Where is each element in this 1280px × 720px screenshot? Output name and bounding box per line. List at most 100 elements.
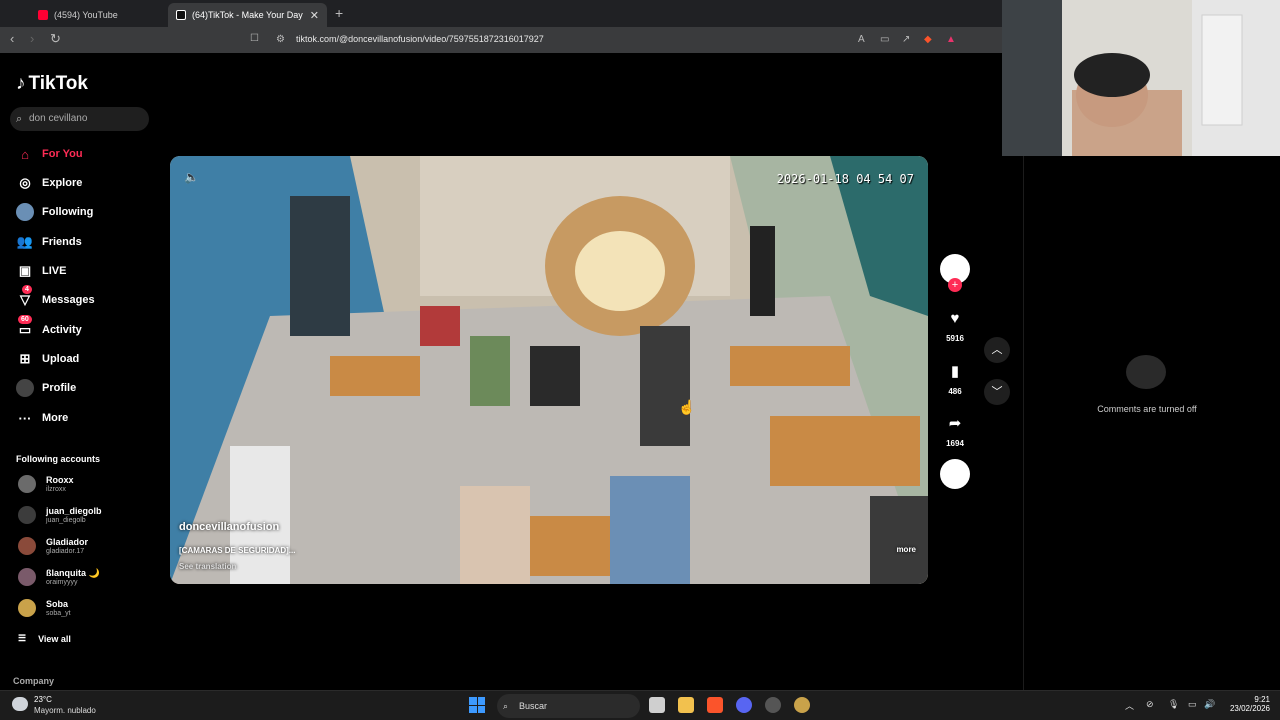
bookmark-icon[interactable]: ☐ [250,33,259,44]
following-avatar-icon [16,203,34,221]
clock-time: 9:21 [1254,695,1270,704]
account-name: ßlanquita 🌙 [46,567,100,578]
account-item[interactable]: Rooxx ilzroxx [18,472,74,496]
more-icon: ··· [18,410,32,426]
share-count: 1694 [946,439,964,448]
account-item[interactable]: ßlanquita 🌙 oraimyyyy [18,565,100,589]
nav-following[interactable]: Following [16,202,93,222]
chevron-up-icon[interactable]: ︿ [1125,699,1134,712]
brave-rewards-icon[interactable]: ▲ [946,34,956,45]
music-disc[interactable] [940,459,970,489]
system-clock[interactable]: 9:21 23/02/2026 [1224,695,1270,713]
upload-icon: ⊞ [19,351,31,366]
nav-explore[interactable]: ◎ Explore [16,173,82,193]
comments-divider [1023,156,1024,690]
speaker-icon[interactable]: 🔊 [1204,699,1215,710]
webcam-overlay [1002,0,1280,156]
app-icon[interactable] [794,697,810,713]
cctv-timestamp: 2026-01-18 04 54 07 [776,172,914,186]
windows-taskbar: 23°C Mayorm. nublado ⌕ Buscar ︿ ⊘ 🎙 ▭ 🔊 … [0,690,1280,720]
microphone-icon[interactable]: 🎙 [1168,699,1179,710]
nav-label: More [42,412,69,424]
messages-icon: ▽ 4 [20,285,32,307]
volume-icon[interactable]: 🔈 [184,170,199,184]
account-item[interactable]: Soba soba_yt [18,596,71,620]
cast-icon[interactable]: ▭ [880,34,889,45]
nav-label: Explore [42,177,83,189]
follow-plus-icon[interactable]: + [948,278,962,292]
avatar [18,568,36,586]
share-button[interactable]: ➦ 1694 [940,414,970,448]
nav-label: LIVE [42,265,67,277]
back-icon[interactable]: ‹ [10,31,14,46]
nav-live[interactable]: ▣ LIVE [16,261,67,281]
nav-for-you[interactable]: ⌂ For You [16,144,82,164]
brave-browser-icon[interactable] [707,697,723,713]
forward-icon[interactable]: › [30,31,34,46]
video-caption: [CAMARAS DE SEGURIDAD]... [179,546,296,555]
close-tab-icon[interactable]: ✕ [310,9,319,22]
display-icon[interactable]: ▭ [1188,699,1197,710]
nav-label: Friends [42,236,82,248]
nav-upload[interactable]: ⊞ Upload [16,349,80,369]
translate-icon[interactable]: A [858,34,865,45]
cursor-hand-icon: ☝ [678,399,696,415]
following-accounts-header: Following accounts [16,454,101,464]
friends-icon: 👥 [16,234,34,249]
sidebar: ♪ TikTok ⌕ don cevillano ⌂ For You ◎ Exp… [0,53,160,690]
nav-friends[interactable]: 👥 Friends [16,232,82,252]
app-icon[interactable] [765,697,781,713]
next-video-button[interactable]: ﹀ [984,379,1010,405]
save-button[interactable]: ▮ 486 [940,362,970,396]
like-button[interactable]: ♥ 5916 [940,310,970,343]
account-name: Soba [46,598,69,609]
file-explorer-icon[interactable] [678,697,694,713]
avatar [18,475,36,493]
task-view-icon[interactable] [649,697,665,713]
tab-tiktok[interactable]: (64)TikTok - Make Your Day ✕ [168,3,327,27]
company-link[interactable]: Company [13,676,54,686]
share-arrow-icon: ➦ [948,415,962,432]
brave-shield-icon[interactable]: ◆ [924,34,932,45]
video-author[interactable]: doncevillanofusion [179,521,279,533]
nav-messages[interactable]: ▽ 4 Messages [16,285,95,310]
browser-tab-bar: (4594) YouTube (64)TikTok - Make Your Da… [0,0,1002,27]
nav-label: Messages [42,294,95,306]
reload-icon[interactable]: ↻ [50,31,61,47]
nav-label: Profile [42,382,77,394]
taskbar-search[interactable]: ⌕ Buscar [497,694,640,718]
view-all-link[interactable]: ☰ View all [18,633,71,644]
nav-activity[interactable]: ▭ 60 Activity [16,315,82,340]
account-item[interactable]: Gladiador gladiador.17 [18,534,88,558]
messages-badge: 4 [22,285,32,294]
search-input[interactable]: ⌕ don cevillano [10,107,149,131]
comments-off-message: Comments are turned off [1097,404,1197,414]
youtube-icon [38,10,48,20]
site-settings-icon[interactable]: ⚙ [276,34,285,45]
cloud-icon[interactable] [12,697,28,711]
nav-profile[interactable]: Profile [16,378,76,398]
more-link[interactable]: more [896,545,916,554]
nav-more[interactable]: ··· More [16,408,69,428]
new-tab-button[interactable]: + [335,5,343,21]
tiktok-logo[interactable]: ♪ TikTok [16,73,88,95]
tab-youtube[interactable]: (4594) YouTube [30,3,168,27]
account-handle: juan_diegolb [46,516,86,524]
activity-icon: ▭ 60 [18,315,32,337]
address-bar[interactable]: ⚙ tiktok.com/@doncevillanofusion/video/7… [268,30,986,50]
account-name: Gladiador [46,536,89,547]
windows-start-icon[interactable] [469,697,485,713]
previous-video-button[interactable]: ︿ [984,337,1010,363]
network-off-icon[interactable]: ⊘ [1146,699,1154,710]
nav-label: Upload [42,353,80,365]
home-icon: ⌂ [21,146,29,162]
account-item[interactable]: juan_diegolb juan_diegolb [18,503,102,527]
url-text[interactable]: tiktok.com/@doncevillanofusion/video/759… [296,34,544,44]
see-translation-link[interactable]: See translation [179,562,236,571]
share-icon[interactable]: ↗ [902,34,910,45]
view-all-label: View all [38,633,71,644]
video-player[interactable]: 🔈 2026-01-18 04 54 07 doncevillanofusion… [170,156,928,584]
weather-temperature[interactable]: 23°C [34,695,52,704]
weather-condition[interactable]: Mayorm. nublado [34,706,96,715]
discord-icon[interactable] [736,697,752,713]
